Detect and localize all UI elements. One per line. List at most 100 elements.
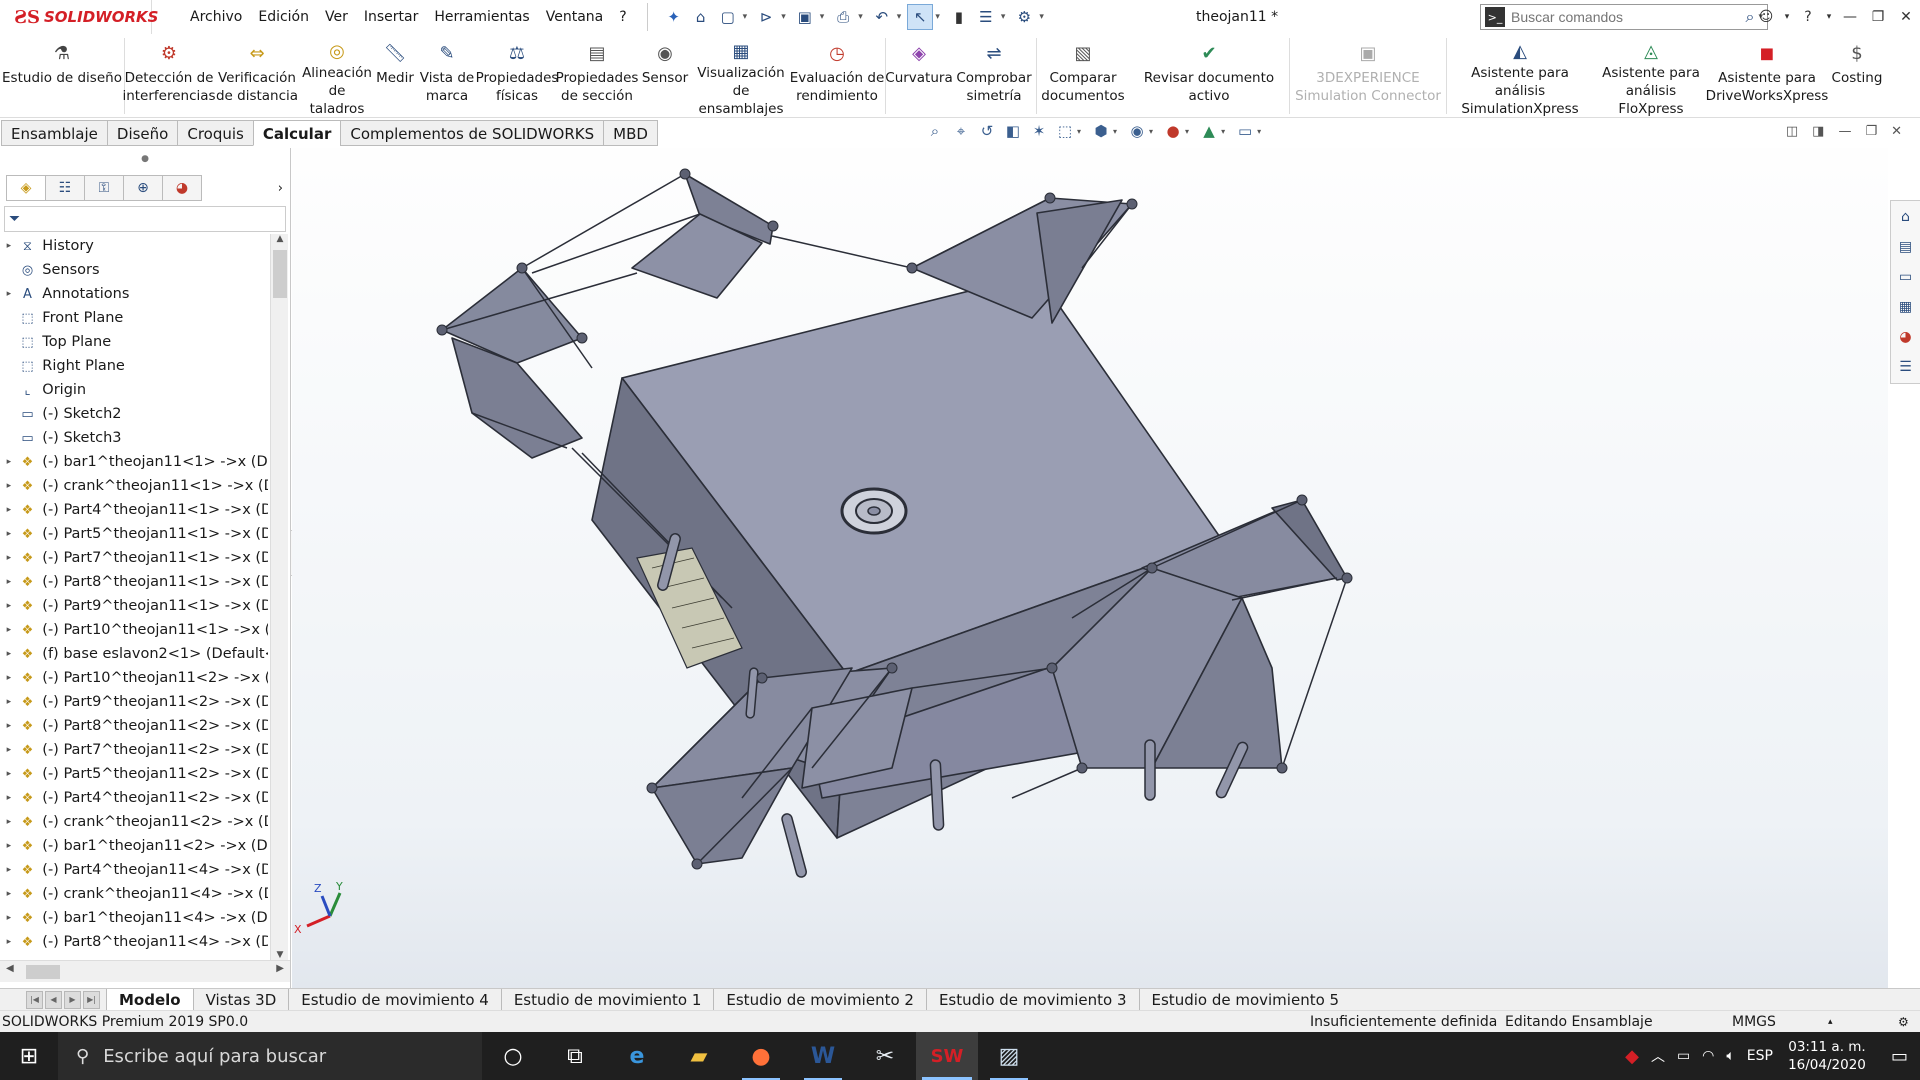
ribbon-button[interactable]: ▧ Comparar documentos bbox=[1037, 34, 1129, 118]
expand-arrow-icon[interactable]: ▸ bbox=[0, 721, 18, 731]
assembly-model-svg[interactable]: X Y Z bbox=[292, 148, 1888, 988]
new-document-icon[interactable]: ▢ bbox=[716, 5, 740, 29]
menu-item[interactable]: Archivo bbox=[182, 0, 250, 34]
expand-arrow-icon[interactable]: ▸ bbox=[0, 937, 18, 947]
view-orientation-icon[interactable]: ⬚ bbox=[1055, 122, 1075, 140]
view-orientation-caret-icon[interactable]: ▾ bbox=[1077, 127, 1081, 136]
solidworks-resources-home-icon[interactable]: ⌂ bbox=[1894, 205, 1918, 229]
expand-arrow-icon[interactable]: ▸ bbox=[0, 529, 18, 539]
photos-icon[interactable]: ▨ bbox=[978, 1032, 1040, 1080]
tree-item[interactable]: ▸ ❖ (-) Part9^theojan11<1> ->x (Def bbox=[0, 594, 268, 618]
viewport-minimize-icon[interactable]: — bbox=[1838, 124, 1851, 139]
select-caret-icon[interactable]: ▾ bbox=[935, 12, 940, 22]
ribbon-button[interactable]: ⇌ Comprobar simetría bbox=[952, 34, 1036, 118]
expand-arrow-icon[interactable]: ▸ bbox=[0, 673, 18, 683]
ribbon-button[interactable]: ▤ Propiedades de sección bbox=[556, 34, 639, 118]
taskbar-search[interactable]: ⚲ Escribe aquí para buscar bbox=[58, 1032, 482, 1080]
tree-item[interactable]: ▸ ❖ (-) crank^theojan11<2> ->x (Def bbox=[0, 810, 268, 834]
task-view-icon[interactable]: ⧉ bbox=[544, 1032, 606, 1080]
next-tab-icon[interactable]: ▶ bbox=[64, 990, 81, 1009]
view-settings-caret-icon[interactable]: ▾ bbox=[1257, 127, 1261, 136]
search-input[interactable] bbox=[1511, 9, 1731, 25]
new-caret-icon[interactable]: ▾ bbox=[743, 12, 748, 22]
tree-item[interactable]: ⬚ Front Plane bbox=[0, 306, 268, 330]
command-tab[interactable]: Diseño bbox=[106, 120, 179, 146]
viewport-tile-left-icon[interactable]: ◫ bbox=[1786, 124, 1798, 139]
viewport-close-icon[interactable]: ✕ bbox=[1891, 124, 1902, 139]
panel-grip-icon[interactable]: ● bbox=[0, 148, 290, 170]
file-explorer-taskbar-icon[interactable]: ▰ bbox=[668, 1032, 730, 1080]
menu-item[interactable]: Edición bbox=[250, 0, 317, 34]
menu-item[interactable]: Insertar bbox=[356, 0, 427, 34]
tree-item[interactable]: ▸ ❖ (f) base eslavon2<1> (Default<< bbox=[0, 642, 268, 666]
ribbon-button[interactable]: ◼ Asistente para DriveWorksXpress bbox=[1706, 34, 1829, 118]
ribbon-button[interactable]: ⚖ Propiedades físicas bbox=[476, 34, 559, 118]
tree-item[interactable]: ▸ ❖ (-) Part8^theojan11<2> ->x (Def bbox=[0, 714, 268, 738]
viewport-tile-right-icon[interactable]: ◨ bbox=[1812, 124, 1824, 139]
hscroll-thumb[interactable] bbox=[26, 965, 60, 979]
traffic-light-icon[interactable]: ▮ bbox=[947, 5, 971, 29]
display-style-icon[interactable]: ⬢ bbox=[1091, 122, 1111, 140]
ribbon-button[interactable]: ◉ Sensor bbox=[637, 34, 693, 118]
snipping-tool-icon[interactable]: ✂ bbox=[854, 1032, 916, 1080]
bottom-tab[interactable]: Estudio de movimiento 5 bbox=[1138, 988, 1352, 1011]
hide-show-caret-icon[interactable]: ▾ bbox=[1149, 127, 1153, 136]
units-caret-icon[interactable]: ▴ bbox=[1828, 1011, 1833, 1033]
ribbon-button[interactable]: ⇔ Verificación de distancia bbox=[213, 34, 301, 118]
tree-item[interactable]: ⬚ Right Plane bbox=[0, 354, 268, 378]
tree-item[interactable]: ▸ ⧖ History bbox=[0, 234, 268, 258]
minimize-icon[interactable]: — bbox=[1836, 9, 1864, 25]
tree-item[interactable]: ▸ ❖ (-) Part4^theojan11<4> ->x (Def bbox=[0, 858, 268, 882]
tree-item[interactable]: ⬚ Top Plane bbox=[0, 330, 268, 354]
bottom-tab[interactable]: Estudio de movimiento 2 bbox=[713, 988, 926, 1011]
menu-item[interactable]: Ventana bbox=[538, 0, 612, 34]
tree-item[interactable]: ⌞ Origin bbox=[0, 378, 268, 402]
tree-item[interactable]: ▸ ❖ (-) Part4^theojan11<1> ->x (Def bbox=[0, 498, 268, 522]
file-explorer-icon[interactable]: ▭ bbox=[1894, 265, 1918, 289]
save-caret-icon[interactable]: ▾ bbox=[820, 12, 825, 22]
tree-item[interactable]: ▸ ❖ (-) Part9^theojan11<2> ->x (Def bbox=[0, 690, 268, 714]
ribbon-button[interactable]: ✔ Revisar documento activo bbox=[1129, 34, 1289, 118]
expand-arrow-icon[interactable]: ▸ bbox=[0, 457, 18, 467]
expand-arrow-icon[interactable]: ▸ bbox=[0, 793, 18, 803]
expand-arrow-icon[interactable]: ▸ bbox=[0, 865, 18, 875]
tree-vertical-scrollbar[interactable]: ▲ ▼ bbox=[270, 234, 288, 960]
scroll-left-icon[interactable]: ◀ bbox=[6, 963, 14, 974]
expand-arrow-icon[interactable]: ▸ bbox=[0, 289, 18, 299]
input-language[interactable]: ESP bbox=[1747, 1048, 1773, 1064]
first-tab-icon[interactable]: |◀ bbox=[26, 990, 43, 1009]
zoom-to-fit-icon[interactable]: ⌕ bbox=[925, 122, 945, 140]
ribbon-button[interactable]: ◬ Asistente para análisis FloXpress bbox=[1593, 34, 1709, 118]
tree-item[interactable]: ▸ ❖ (-) bar1^theojan11<2> ->x (Defa bbox=[0, 834, 268, 858]
ribbon-button[interactable]: ◎ Alineación de taladros bbox=[301, 34, 373, 118]
expand-arrow-icon[interactable]: ▸ bbox=[0, 841, 18, 851]
section-view-icon[interactable]: ◧ bbox=[1003, 122, 1023, 140]
tree-item[interactable]: ▸ ❖ (-) Part8^theojan11<1> ->x (Def bbox=[0, 570, 268, 594]
tree-item[interactable]: ▸ ❖ (-) bar1^theojan11<4> ->x (Defa bbox=[0, 906, 268, 930]
prev-tab-icon[interactable]: ◀ bbox=[45, 990, 62, 1009]
help-caret-icon[interactable]: ▾ bbox=[1822, 12, 1836, 22]
graphics-area[interactable]: X Y Z bbox=[292, 148, 1888, 988]
command-tab[interactable]: Croquis bbox=[177, 120, 254, 146]
apply-scene-icon[interactable]: ▲ bbox=[1199, 122, 1219, 140]
expand-arrow-icon[interactable]: ▸ bbox=[0, 649, 18, 659]
expand-arrow-icon[interactable]: ▸ bbox=[0, 697, 18, 707]
zoom-to-area-icon[interactable]: ⌖ bbox=[951, 122, 971, 140]
tree-filter-box[interactable]: ⏷ bbox=[4, 206, 286, 232]
view-settings-icon[interactable]: ▭ bbox=[1235, 122, 1255, 140]
expand-arrow-icon[interactable]: ▸ bbox=[0, 817, 18, 827]
wifi-icon[interactable]: ◠ bbox=[1702, 1048, 1714, 1064]
unit-system[interactable]: MMGS bbox=[1732, 1011, 1776, 1033]
ribbon-button[interactable]: ⚙ Detección de interferencias bbox=[122, 34, 215, 118]
undo-icon[interactable]: ↶ bbox=[870, 5, 894, 29]
bottom-tab[interactable]: Modelo bbox=[106, 988, 193, 1011]
clock[interactable]: 03:11 a. m. 16/04/2020 bbox=[1785, 1038, 1869, 1074]
tree-item[interactable]: ▸ ❖ (-) bar1^theojan11<1> ->x (Defa bbox=[0, 450, 268, 474]
scroll-thumb[interactable] bbox=[273, 250, 287, 298]
viewport-restore-icon[interactable]: ❐ bbox=[1865, 124, 1877, 139]
tree-item[interactable]: ▸ ❖ (-) Part10^theojan11<1> ->x (De bbox=[0, 618, 268, 642]
scroll-down-icon[interactable]: ▼ bbox=[271, 950, 289, 960]
featuremanager-tab-icon[interactable]: ◈ bbox=[6, 175, 46, 201]
select-pointer-icon[interactable]: ↖ bbox=[907, 4, 934, 30]
scroll-up-icon[interactable]: ▲ bbox=[271, 234, 289, 244]
